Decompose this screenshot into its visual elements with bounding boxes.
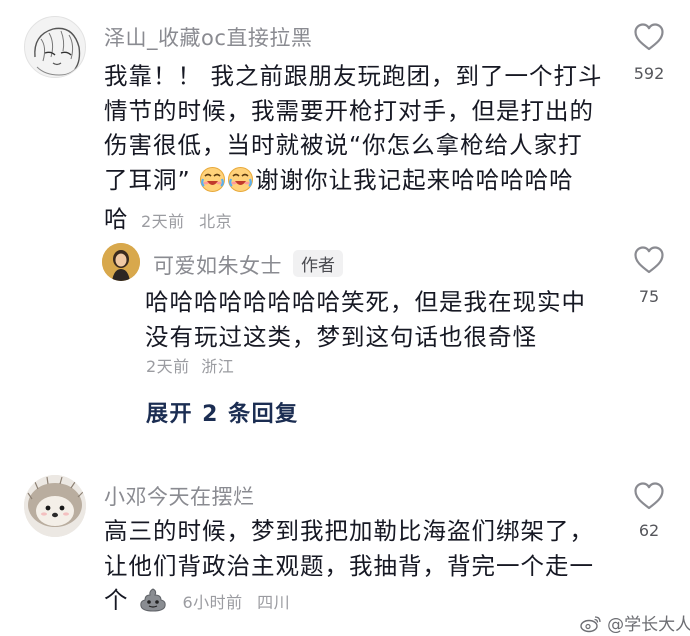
comment-line-part: 谢谢你让我记起来哈哈哈哈哈 xyxy=(255,165,574,194)
hedgehog-avatar-image xyxy=(24,475,86,537)
comment-text: 高三的时候，梦到我把加勒比海盗们绑架了， 让他们背政治主观题，我抽背，背完一个走… xyxy=(104,514,604,623)
avatar[interactable] xyxy=(24,16,86,78)
author-avatar-image xyxy=(102,243,140,281)
avatar[interactable] xyxy=(102,243,140,281)
comment-time: 2天前 xyxy=(140,212,185,231)
comment-line-part: 个 xyxy=(104,586,129,614)
comment-line: 哈哈哈哈哈哈哈哈笑死，但是我在现实中 xyxy=(145,288,586,316)
comment-line: 没有玩过这类，梦到这句话也很奇怪 xyxy=(145,322,537,351)
watermark-text: @学长大人 xyxy=(607,615,690,635)
expand-replies-button[interactable]: 展开 2 条回复 xyxy=(146,396,299,428)
comment-line: 伤害很低，当时就被说“你怎么拿枪给人家打 xyxy=(104,131,583,159)
comment-line-part: 哈 xyxy=(104,205,129,233)
like-count: 592 xyxy=(633,64,665,83)
comment-line: 高三的时候，梦到我把加勒比海盗们绑架了， xyxy=(104,517,594,545)
like-button[interactable] xyxy=(619,481,679,515)
comment-line-part: 了耳洞” xyxy=(104,165,191,194)
watermark: @学长大人 xyxy=(580,610,690,635)
avatar[interactable] xyxy=(24,475,86,537)
comment-location: 四川 xyxy=(257,593,291,612)
crying-laughing-emoji xyxy=(199,166,226,203)
author-badge: 作者 xyxy=(293,250,343,277)
comment-username[interactable]: 小邓今天在摆烂 xyxy=(104,481,255,511)
comment-line: 我靠！！ 我之前跟朋友玩跑团，到了一个打斗 xyxy=(104,62,603,90)
like-button[interactable] xyxy=(619,245,679,279)
comment-line: 情节的时候，我需要开枪打对手，但是打出的 xyxy=(104,96,594,125)
comment-line: 了耳洞” 谢谢你让我记起来哈哈哈哈哈 xyxy=(104,163,604,203)
comment-text: 我靠！！ 我之前跟朋友玩跑团，到了一个打斗 情节的时候，我需要开枪打对手，但是打… xyxy=(104,59,604,240)
comment-line: 个 6小时前 四川 xyxy=(104,583,604,623)
comment-text: 哈哈哈哈哈哈哈哈笑死，但是我在现实中 没有玩过这类，梦到这句话也很奇怪 xyxy=(145,285,605,354)
heart-outline-icon[interactable] xyxy=(633,22,665,52)
weibo-logo-icon xyxy=(580,616,601,633)
comment-line: 让他们背政治主观题，我抽背，背完一个走一 xyxy=(104,551,594,580)
comment-time: 2天前 xyxy=(146,357,190,376)
comment-meta: 2天前 浙江 xyxy=(146,353,234,377)
heart-outline-icon[interactable] xyxy=(633,481,665,511)
anime-sketch-avatar-image xyxy=(34,27,81,76)
comment-line: 哈 2天前 北京 xyxy=(104,202,604,240)
like-count: 75 xyxy=(638,287,660,306)
comment-time: 6小时前 xyxy=(182,593,243,612)
crying-laughing-emoji xyxy=(227,166,254,203)
heart-outline-icon[interactable] xyxy=(633,245,665,275)
comment-username[interactable]: 可爱如朱女士 xyxy=(153,250,282,280)
like-button[interactable] xyxy=(619,22,679,56)
like-count: 62 xyxy=(638,521,660,540)
comment-username[interactable]: 泽山_收藏oc直接拉黑 xyxy=(104,22,312,52)
poop-emoji xyxy=(139,587,167,623)
comment-location: 北京 xyxy=(199,212,233,231)
comment-location: 浙江 xyxy=(201,357,235,376)
